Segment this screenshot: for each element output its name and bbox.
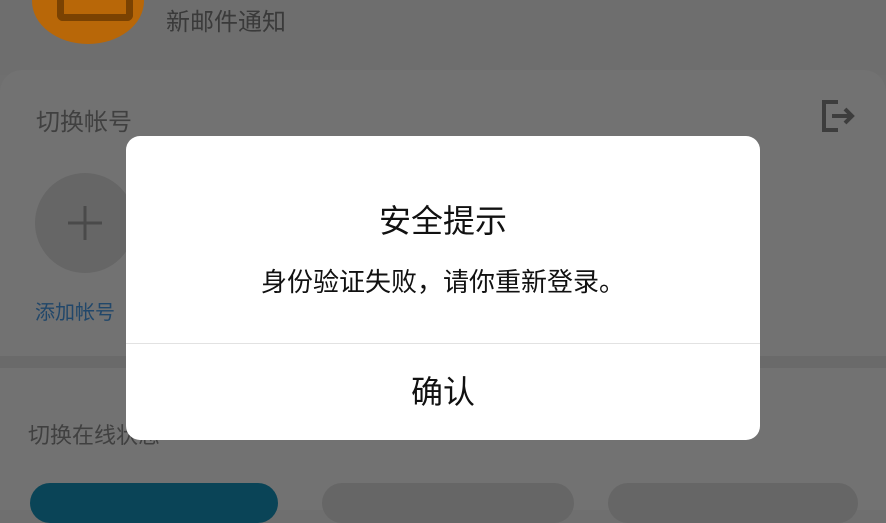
dialog-title: 安全提示 [378,202,507,240]
confirm-button[interactable]: 确认 [126,344,760,440]
inbox-tray-icon [57,0,133,21]
status-option-online[interactable] [30,483,278,523]
plus-icon [68,206,102,240]
switch-account-title: 切换帐号 [36,108,132,136]
background-header: 新邮件通知 [0,0,886,75]
status-option-busy[interactable] [322,483,574,523]
notification-text: 新邮件通知 [166,8,286,36]
status-option-away[interactable] [608,483,858,523]
add-account-label[interactable]: 添加帐号 [35,296,115,325]
mail-app-icon [32,0,144,44]
dialog-message: 身份验证失败，请你重新登录。 [260,268,625,298]
logout-icon[interactable] [818,96,858,136]
add-account-button[interactable] [35,173,135,273]
security-alert-dialog: 安全提示 身份验证失败，请你重新登录。 确认 [126,136,760,440]
